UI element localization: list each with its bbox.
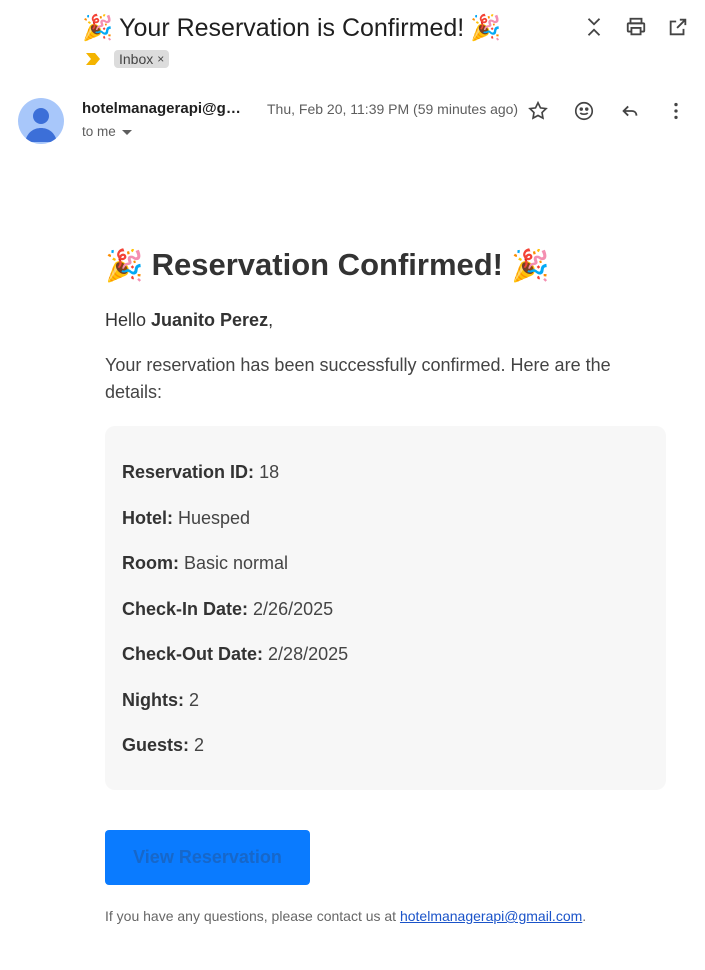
- detail-value: 18: [259, 462, 280, 482]
- footer-text: If you have any questions, please contac…: [105, 908, 400, 924]
- print-icon[interactable]: [623, 14, 649, 40]
- detail-value: 2/26/2025: [253, 598, 334, 619]
- remove-label-button[interactable]: ×: [157, 52, 164, 66]
- contact-email-link[interactable]: hotelmanagerapi@gmail.com: [400, 908, 582, 924]
- expand-collapse-icon[interactable]: [581, 14, 607, 40]
- recipient-label: to me: [82, 124, 116, 139]
- detail-value: 2: [189, 689, 200, 710]
- guest-name: Juanito Perez: [151, 310, 269, 330]
- default-avatar-icon: [25, 108, 57, 142]
- open-in-new-window-icon[interactable]: [665, 14, 691, 40]
- intro-text: Your reservation has been successfully c…: [105, 355, 611, 402]
- email-subject: Your Reservation is Confirmed!: [119, 13, 465, 42]
- subject-row: 🎉 Your Reservation is Confirmed! 🎉: [82, 8, 501, 48]
- detail-value: 2/28/2025: [268, 644, 349, 664]
- detail-label: Room:: [122, 553, 179, 573]
- detail-room: Room: Basic normal: [122, 553, 649, 574]
- detail-guests: Guests: 2: [122, 735, 649, 756]
- emoji-reaction-icon[interactable]: [571, 98, 597, 124]
- detail-label: Hotel:: [122, 507, 173, 528]
- party-popper-icon: 🎉: [105, 247, 144, 283]
- heading-text: Reservation Confirmed!: [151, 247, 504, 282]
- label-row: Inbox ×: [84, 50, 170, 68]
- detail-nights: Nights: 2: [122, 690, 649, 711]
- detail-value: Basic normal: [184, 553, 289, 573]
- greeting-suffix: ,: [268, 310, 274, 330]
- detail-value: 2: [194, 735, 205, 755]
- party-popper-icon: 🎉: [82, 13, 114, 42]
- detail-check-in: Check-In Date: 2/26/2025: [122, 599, 649, 620]
- party-popper-icon: 🎉: [511, 247, 550, 283]
- detail-label: Check-Out Date:: [122, 644, 264, 664]
- email-body: 🎉 Reservation Confirmed! 🎉 Hello Juanito…: [105, 240, 666, 924]
- recipient-details-toggle[interactable]: to me: [82, 124, 132, 139]
- inbox-label-chip[interactable]: Inbox ×: [114, 50, 170, 68]
- contact-footer: If you have any questions, please contac…: [105, 908, 666, 924]
- importance-marker-icon[interactable]: [84, 52, 102, 66]
- detail-label: Nights:: [122, 689, 184, 710]
- more-options-icon[interactable]: [663, 98, 689, 124]
- caret-down-icon: [121, 130, 132, 135]
- sender-address[interactable]: hotelmanagerapi@gmail.com: [82, 100, 254, 117]
- inbox-label-text: Inbox: [119, 51, 154, 67]
- detail-label: Guests:: [122, 735, 190, 755]
- detail-check-out: Check-Out Date: 2/28/2025: [122, 644, 649, 665]
- detail-reservation-id: Reservation ID: 18: [122, 462, 649, 483]
- avatar[interactable]: [18, 98, 64, 144]
- thread-toolbar: [581, 14, 691, 40]
- reply-icon[interactable]: [617, 98, 643, 124]
- detail-hotel: Hotel: Huesped: [122, 508, 649, 529]
- detail-label: Check-In Date:: [122, 598, 249, 619]
- confirmation-heading: 🎉 Reservation Confirmed! 🎉: [105, 240, 666, 290]
- footer-suffix: .: [582, 908, 587, 924]
- star-icon[interactable]: [525, 98, 551, 124]
- timestamp: Thu, Feb 20, 11:39 PM (59 minutes ago): [267, 101, 519, 117]
- detail-value: Huesped: [178, 507, 251, 528]
- greeting: Hello Juanito Perez,: [105, 310, 666, 331]
- party-popper-icon: 🎉: [470, 13, 502, 42]
- message-actions: [525, 98, 689, 124]
- view-reservation-button[interactable]: View Reservation: [105, 830, 310, 885]
- detail-label: Reservation ID:: [122, 462, 255, 482]
- greeting-prefix: Hello: [105, 310, 152, 330]
- reservation-details-card: Reservation ID: 18 Hotel: Huesped Room: …: [105, 426, 666, 790]
